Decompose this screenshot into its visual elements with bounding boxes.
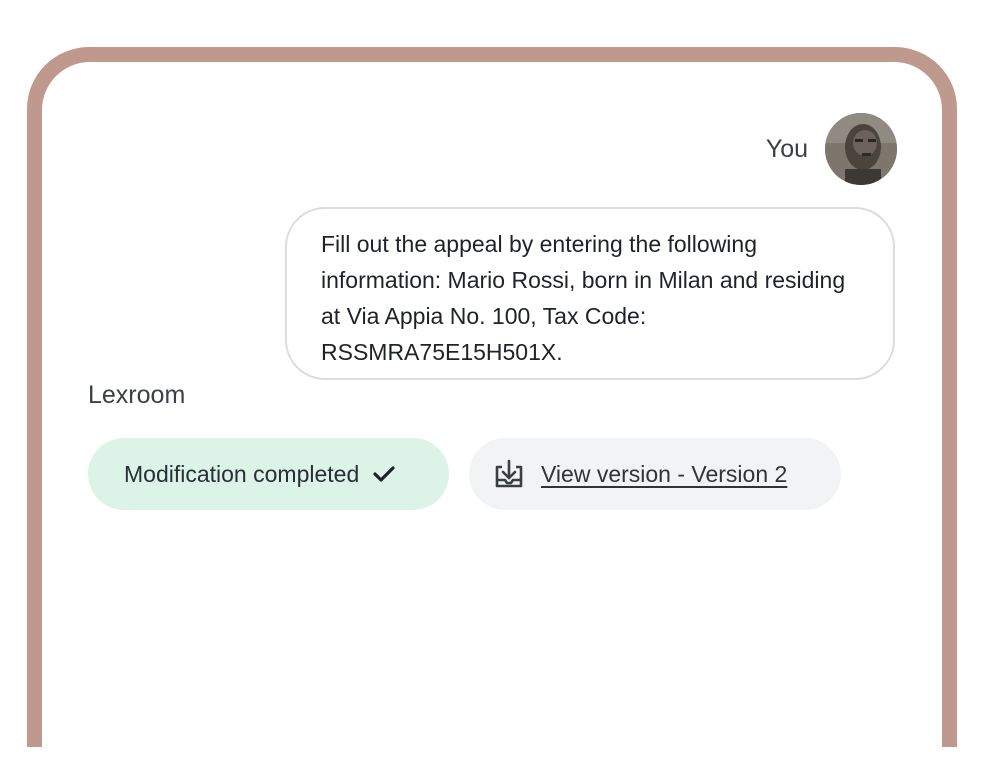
user-name: You	[765, 134, 808, 163]
avatar	[825, 113, 897, 185]
assistant-name: Lexroom	[88, 381, 186, 409]
view-version-button[interactable]: View version - Version 2	[469, 438, 841, 510]
view-version-link[interactable]: View version - Version 2	[541, 461, 787, 488]
checkmark-icon	[373, 465, 395, 483]
user-avatar-icon	[825, 113, 897, 185]
status-label: Modification completed	[124, 460, 360, 487]
user-message-bubble: Fill out the appeal by entering the foll…	[285, 207, 895, 380]
status-badge: Modification completed	[88, 438, 449, 510]
download-tray-icon	[493, 459, 525, 489]
user-header: You	[766, 113, 897, 185]
